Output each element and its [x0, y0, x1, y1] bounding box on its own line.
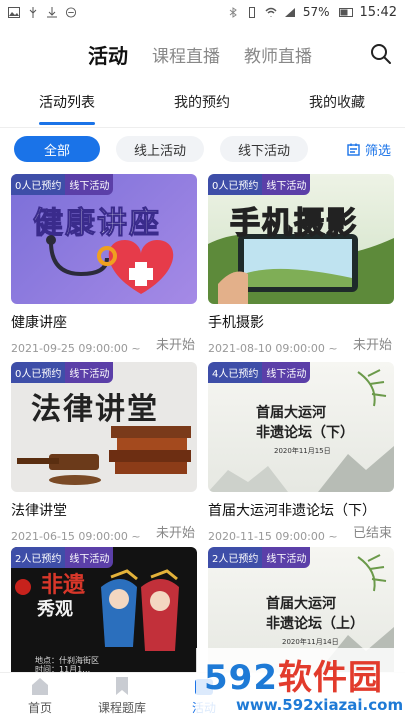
card-status: 未开始 — [155, 338, 195, 353]
reservation-count-badge: 2人已预约 — [11, 547, 66, 568]
reservation-count-badge: 4人已预约 — [208, 362, 263, 383]
active-tab-indicator — [39, 122, 95, 125]
thumb-date: 2020年11月14日 — [282, 638, 339, 646]
card-badges: 0人已预约 线下活动 — [11, 362, 114, 383]
battery-text: 57% — [302, 5, 330, 19]
nav-question-bank[interactable]: 课程题库 — [82, 675, 162, 716]
gallery-icon — [8, 6, 20, 18]
card-thumbnail: 4人已预约 线下活动 首届大运河 非遗论坛（下） 2020年11月15日 — [208, 362, 394, 492]
chip-all[interactable]: 全部 — [14, 136, 100, 162]
chip-offline[interactable]: 线下活动 — [220, 136, 308, 162]
thumb-line2: 非遗论坛（下） — [256, 425, 354, 441]
card-date: 2021-09-25 09:00:00 ~ — [11, 342, 141, 355]
activity-card[interactable]: 0人已预约 线下活动 手机摄影 手机摄影 2021-08-10 09:00:00… — [208, 174, 394, 355]
card-badges: 2人已预约 线下活动 — [11, 547, 114, 568]
bluetooth-icon — [229, 6, 237, 18]
card-badges: 0人已预约 线下活动 — [208, 174, 311, 195]
watermark-brand-num: 592 — [204, 658, 278, 698]
card-thumbnail: 0人已预约 线下活动 法律讲堂 — [11, 362, 197, 492]
status-bar: 57% 15:42 — [0, 0, 405, 24]
search-icon[interactable] — [369, 42, 393, 66]
activity-type-badge: 线下活动 — [65, 547, 114, 568]
signal-icon — [284, 7, 295, 17]
subtab-my-reservations[interactable]: 我的预约 — [174, 92, 230, 112]
tab-activity[interactable]: 活动 — [88, 40, 128, 69]
filter-icon — [347, 143, 360, 156]
card-title: 手机摄影 — [208, 315, 264, 331]
card-badges: 2人已预约 线下活动 — [208, 547, 311, 568]
card-badges: 0人已预约 线下活动 — [11, 174, 114, 195]
card-title: 首届大运河非遗论坛（下） — [208, 503, 376, 519]
wifi-icon — [265, 7, 277, 16]
download-icon — [47, 6, 57, 17]
watermark-url: www.592xiazai.com — [236, 696, 404, 714]
thumb-line1: 首届大运河 — [256, 405, 326, 421]
filter-chip-bar: 全部 线上活动 线下活动 筛选 — [0, 136, 405, 164]
card-thumbnail: 0人已预约 线下活动 手机摄影 — [208, 174, 394, 304]
bookmark-icon — [116, 677, 128, 695]
subtab-activity-list[interactable]: 活动列表 — [39, 92, 95, 112]
reservation-count-badge: 0人已预约 — [208, 174, 263, 195]
nav-question-bank-label: 课程题库 — [97, 701, 146, 715]
filter-label: 筛选 — [364, 144, 391, 159]
card-status: 未开始 — [155, 526, 195, 541]
sub-tab-bar: 活动列表 我的预约 我的收藏 — [0, 88, 405, 128]
status-right-icons: 57% 15:42 — [227, 5, 397, 20]
activity-type-badge: 线下活动 — [65, 362, 114, 383]
status-left-icons — [8, 6, 77, 18]
card-status: 已结束 — [352, 526, 392, 541]
vibrate-icon — [248, 6, 255, 18]
card-title: 法律讲堂 — [11, 503, 67, 519]
top-tab-bar: 活动 课程直播 教师直播 — [0, 32, 405, 76]
nav-home[interactable]: 首页 — [0, 675, 80, 716]
activity-card[interactable]: 0人已预约 线下活动 健康讲座 健康讲座 2021-09-25 09:00:00… — [11, 174, 197, 355]
card-date: 2020-11-15 09:00:00 ~ — [208, 530, 338, 543]
activity-type-badge: 线下活动 — [262, 362, 311, 383]
subtab-my-favorites[interactable]: 我的收藏 — [309, 92, 365, 112]
filter-button[interactable]: 筛选 — [347, 140, 391, 159]
tab-teacher-live[interactable]: 教师直播 — [244, 42, 312, 67]
activity-card[interactable]: 4人已预约 线下活动 首届大运河 非遗论坛（下） 2020年11月15日 首届大… — [208, 362, 394, 543]
tab-course-live[interactable]: 课程直播 — [152, 42, 220, 67]
reservation-count-badge: 0人已预约 — [11, 174, 66, 195]
reservation-count-badge: 2人已预约 — [208, 547, 263, 568]
thumb-art-title: 手机摄影 — [229, 205, 358, 242]
activity-card[interactable]: 0人已预约 线下活动 法律讲堂 法律讲堂 2021-06-15 09:00:00… — [11, 362, 197, 543]
card-thumbnail: 0人已预约 线下活动 健康讲座 — [11, 174, 197, 304]
card-date: 2021-06-15 09:00:00 ~ — [11, 530, 141, 543]
watermark-brand-cn: 软件园 — [277, 658, 383, 698]
activity-card[interactable]: 2人已预约 线下活动 非遗 秀观 地点：什刹海街区 时间：11月1… — [11, 547, 197, 672]
activity-type-badge: 线下活动 — [262, 174, 311, 195]
activity-type-badge: 线下活动 — [262, 547, 311, 568]
card-thumbnail: 2人已预约 线下活动 非遗 秀观 地点：什刹海街区 时间：11月1… — [11, 547, 197, 672]
chip-online[interactable]: 线上活动 — [116, 136, 204, 162]
watermark-brand: 592软件园 — [204, 650, 383, 699]
activity-type-badge: 线下活动 — [65, 174, 114, 195]
home-icon — [32, 678, 48, 695]
thumb-line1: 首届大运河 — [266, 596, 336, 612]
usb-icon — [29, 6, 37, 18]
site-watermark: 592软件园 www.592xiazai.com — [196, 648, 405, 720]
card-title: 健康讲座 — [11, 315, 67, 331]
battery-icon — [338, 7, 353, 17]
card-badges: 4人已预约 线下活动 — [208, 362, 311, 383]
thumb-date: 2020年11月15日 — [274, 447, 331, 455]
minus-circle-icon — [65, 6, 77, 18]
thumb-time: 时间：11月1… — [35, 665, 91, 672]
clock-text: 15:42 — [359, 4, 397, 20]
nav-home-label: 首页 — [27, 701, 52, 715]
reservation-count-badge: 0人已预约 — [11, 362, 66, 383]
card-date: 2021-08-10 09:00:00 ~ — [208, 342, 338, 355]
thumb-line2: 非遗论坛（上） — [266, 616, 364, 632]
card-status: 未开始 — [352, 338, 392, 353]
